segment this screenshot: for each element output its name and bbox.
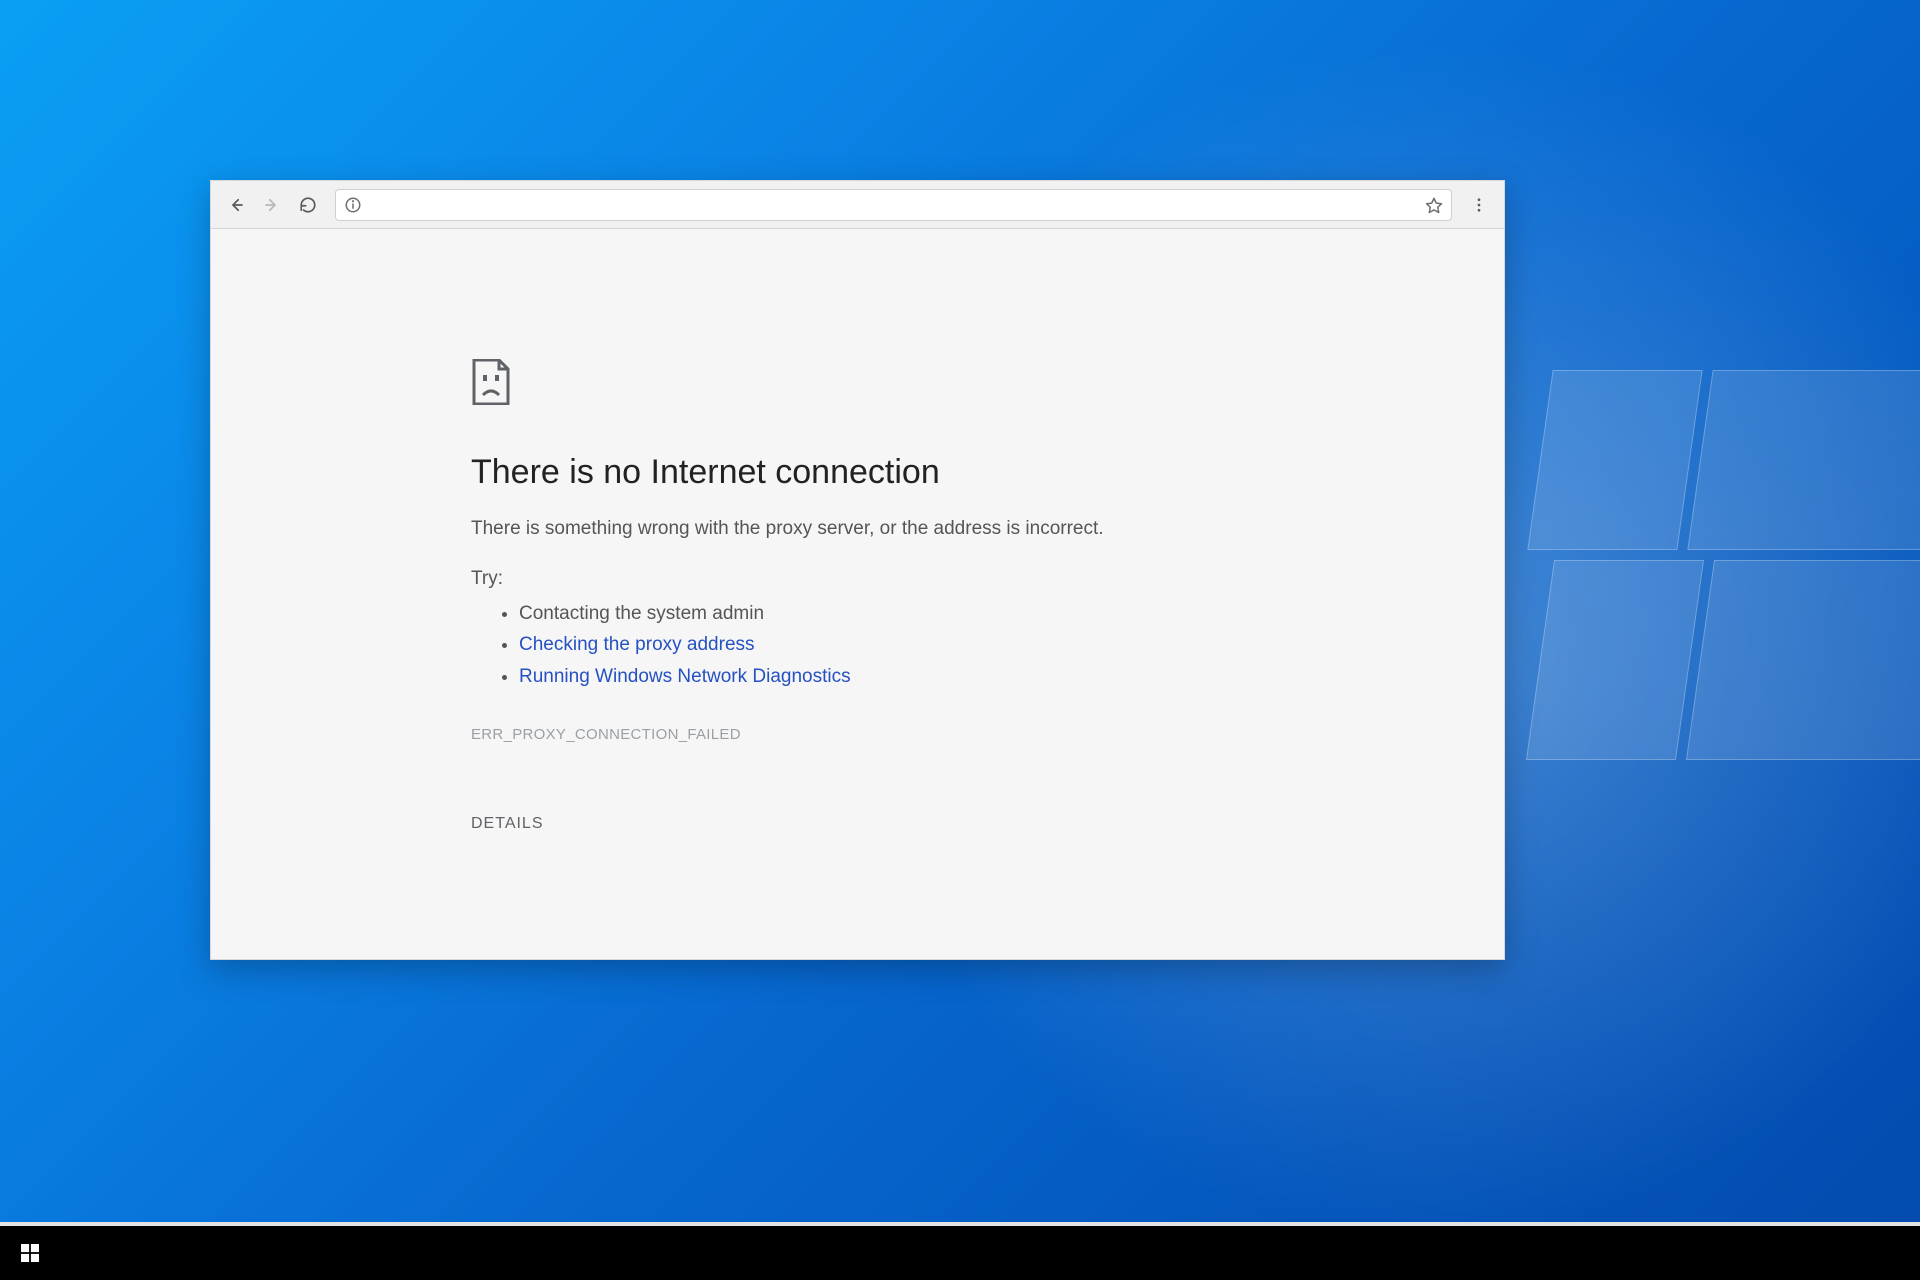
error-code: ERR_PROXY_CONNECTION_FAILED [471,726,1504,743]
wallpaper-decoration [1686,560,1920,760]
browser-toolbar [211,181,1504,229]
address-bar[interactable] [335,189,1452,221]
start-button[interactable] [6,1229,54,1277]
browser-menu-button[interactable] [1464,190,1494,220]
suggestion-run-diagnostics: Running Windows Network Diagnostics [519,661,1504,692]
taskbar [0,1226,1920,1280]
check-proxy-link[interactable]: Checking the proxy address [519,634,755,655]
error-page: There is no Internet connection There is… [211,229,1504,959]
wallpaper-decoration [1687,370,1920,550]
reload-button[interactable] [293,190,323,220]
run-diagnostics-link[interactable]: Running Windows Network Diagnostics [519,666,851,687]
details-button[interactable]: DETAILS [471,815,544,833]
address-input[interactable] [370,196,1417,213]
try-label: Try: [471,568,1504,590]
site-info-icon[interactable] [344,196,362,214]
wallpaper-decoration [1527,370,1702,550]
forward-button[interactable] [257,190,287,220]
bookmark-star-icon[interactable] [1425,196,1443,214]
sad-document-icon [471,359,511,405]
browser-window: There is no Internet connection There is… [210,180,1505,960]
error-title: There is no Internet connection [471,453,1504,492]
suggestion-check-proxy: Checking the proxy address [519,629,1504,660]
suggestion-contact-admin: Contacting the system admin [519,598,1504,629]
desktop-wallpaper: There is no Internet connection There is… [0,0,1920,1280]
suggestion-list: Contacting the system admin Checking the… [471,598,1504,692]
error-subtitle: There is something wrong with the proxy … [471,518,1504,540]
back-button[interactable] [221,190,251,220]
wallpaper-decoration [1526,560,1704,760]
